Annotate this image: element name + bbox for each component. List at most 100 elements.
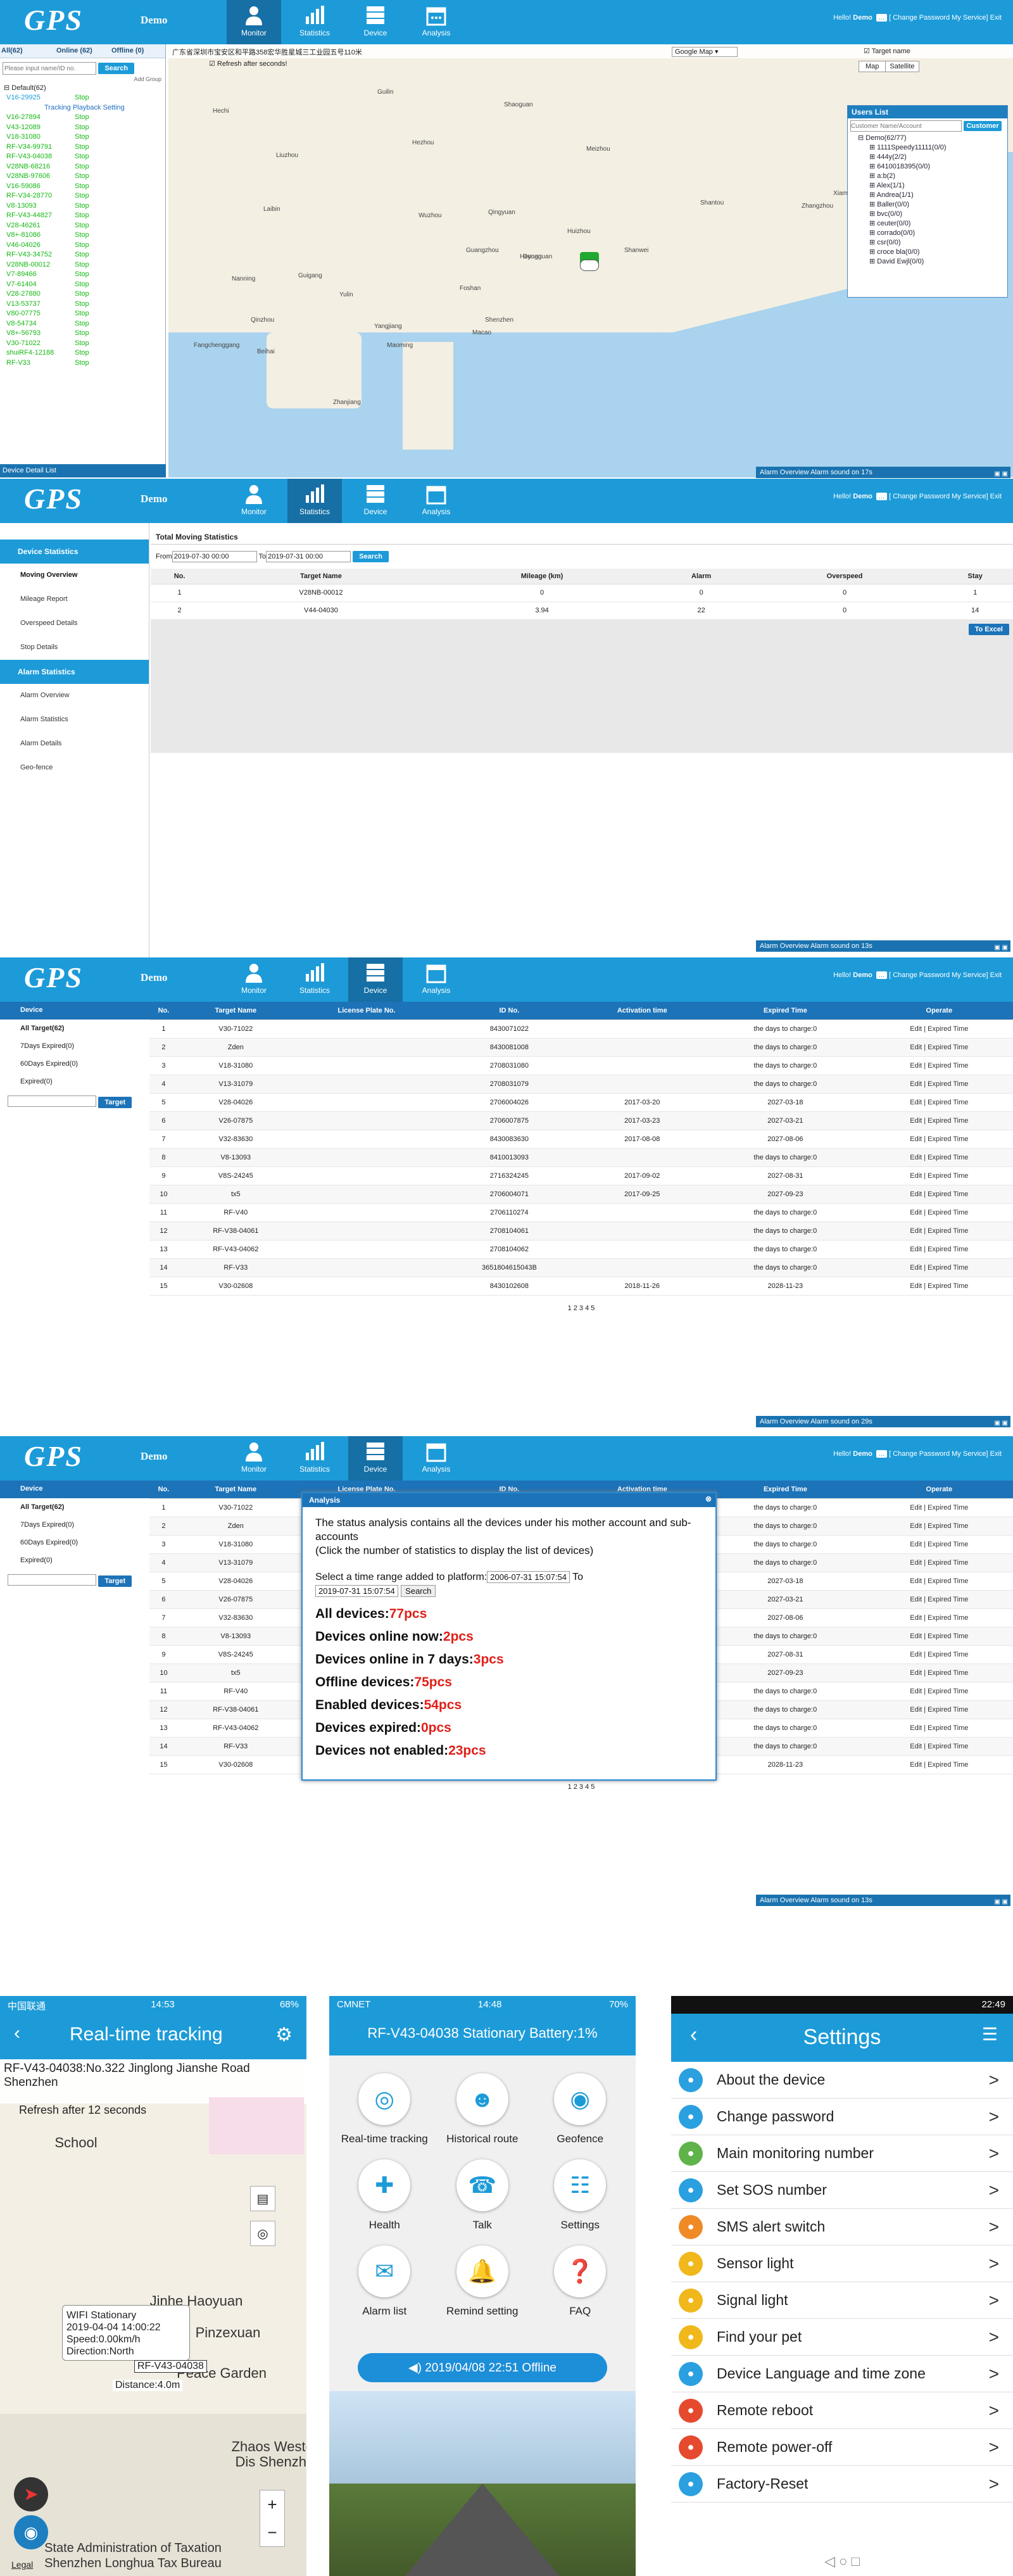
tab-all[interactable]: All(62) — [0, 44, 55, 58]
operate-links[interactable]: Edit | Expired Time — [865, 1240, 1013, 1259]
search-button[interactable]: Search — [98, 62, 135, 74]
sidebar-item-expired[interactable]: Expired(0) — [0, 1073, 149, 1090]
menu-item[interactable]: ✚ Health — [336, 2159, 434, 2245]
tree-item[interactable]: ⊞ Baller(0/0) — [858, 200, 1007, 210]
customer-input[interactable] — [850, 120, 962, 132]
stat-line[interactable]: Devices online now:2pcs — [315, 1630, 703, 1644]
settings-item[interactable]: ● Set SOS number > — [671, 2172, 1013, 2209]
to-excel-button[interactable]: To Excel — [968, 623, 1009, 635]
target-search-input[interactable] — [8, 1095, 96, 1107]
tab-online[interactable]: Online (62) — [55, 44, 110, 58]
settings-item[interactable]: ● About the device > — [671, 2062, 1013, 2099]
nav-monitor[interactable]: Monitor — [227, 1440, 281, 1478]
table-row[interactable]: 11RF-V40 2706110274 the days to charge:0Ed… — [149, 1203, 1013, 1222]
operate-links[interactable]: Edit | Expired Time — [865, 1020, 1013, 1039]
range-from-input[interactable]: 2006-07-31 15:07:54 — [487, 1571, 570, 1583]
menu-item[interactable]: ◉ Geofence — [531, 2073, 629, 2159]
table-row[interactable]: 5V28-04026 27060040262017-03-202027-03-18… — [149, 1093, 1013, 1112]
operate-links[interactable]: Edit | Expired Time — [865, 1553, 1013, 1572]
operate-links[interactable]: Edit | Expired Time — [865, 1130, 1013, 1149]
settings-item[interactable]: ● Remote reboot > — [671, 2392, 1013, 2429]
range-to-input[interactable]: 2019-07-31 15:07:54 — [315, 1585, 398, 1597]
alarm-overview-bar[interactable]: Alarm Overview Alarm sound on 17s ▣ ▣ — [756, 467, 1010, 478]
operate-links[interactable]: Edit | Expired Time — [865, 1719, 1013, 1738]
settings-item[interactable]: ● SMS alert switch > — [671, 2209, 1013, 2245]
alarm-overview-bar[interactable]: Alarm Overview Alarm sound on 29s ▣ ▣ — [756, 1416, 1010, 1427]
sidebar-item-moving-overview[interactable]: Moving Overview — [0, 564, 149, 588]
close-icon[interactable]: ⊗ — [705, 1494, 712, 1503]
operate-links[interactable]: Edit | Expired Time — [865, 1627, 1013, 1646]
list-item[interactable]: V7-89466 Stop — [0, 270, 165, 280]
nav-monitor[interactable]: Monitor — [227, 483, 281, 521]
list-item[interactable]: V30-71022 Stop — [0, 339, 165, 349]
table-row[interactable]: 7V32-83630 84300836302017-08-082027-08-06… — [149, 1130, 1013, 1149]
operate-links[interactable]: Edit | Expired Time — [865, 1608, 1013, 1627]
stat-line[interactable]: Devices not enabled:23pcs — [315, 1744, 703, 1758]
sidebar-item-alarm-statistics[interactable]: Alarm Statistics — [0, 708, 149, 732]
target-button[interactable]: Target — [98, 1575, 132, 1587]
list-item[interactable]: V13-53737 Stop — [0, 300, 165, 310]
operate-links[interactable]: Edit | Expired Time — [865, 1038, 1013, 1057]
operate-links[interactable]: Edit | Expired Time — [865, 1185, 1013, 1204]
search-input[interactable] — [3, 62, 96, 75]
nav-device[interactable]: Device — [348, 4, 403, 42]
add-group-link[interactable]: Add Group — [134, 76, 161, 82]
settings-item[interactable]: ● Remote power-off > — [671, 2429, 1013, 2466]
nav-analysis[interactable]: Analysis — [409, 961, 463, 999]
pagination[interactable]: 1 2 3 4 5 — [149, 1783, 1013, 1791]
settings-item[interactable]: ● Change password > — [671, 2099, 1013, 2135]
recents-nav-icon[interactable]: □ — [852, 2553, 860, 2569]
sidebar-item-alarm-details[interactable]: Alarm Details — [0, 732, 149, 756]
table-row[interactable]: 2 V44-04030 3.94 22 0 14 — [151, 602, 1013, 620]
sidebar-item-geofence[interactable]: Geo-fence — [0, 756, 149, 780]
list-item[interactable]: RF-V43-34752 Stop — [0, 250, 165, 260]
nav-monitor[interactable]: Monitor — [227, 961, 281, 999]
list-item[interactable]: RF-V33 Stop — [0, 358, 165, 369]
stat-line[interactable]: Enabled devices:54pcs — [315, 1698, 703, 1712]
list-item[interactable]: RF-V43-04038 Stop — [0, 152, 165, 162]
tree-item[interactable]: ⊞ bvc(0/0) — [858, 210, 1007, 219]
nav-device[interactable]: Device — [348, 1436, 403, 1481]
table-row[interactable]: 8V8-13093 8410013093 the days to charge:0E… — [149, 1148, 1013, 1167]
table-row[interactable]: 4V13-31079 2708031079 the days to charge:0… — [149, 1075, 1013, 1094]
device-marker-label[interactable]: RF-V43-04038 — [134, 2360, 207, 2373]
menu-item[interactable]: ☷ Settings — [531, 2159, 629, 2245]
operate-links[interactable]: Edit | Expired Time — [865, 1700, 1013, 1719]
settings-item[interactable]: ● Signal light > — [671, 2282, 1013, 2319]
list-item[interactable]: V28-27880 Stop — [0, 289, 165, 300]
user-links[interactable]: Hello! Demo ...[ Change Password My Serv… — [833, 14, 1002, 22]
table-row[interactable]: 10tx5 27060040712017-09-252027-09-23Edit … — [149, 1185, 1013, 1204]
list-item[interactable]: V16-59086 Stop — [0, 182, 165, 192]
list-item[interactable]: V28NB-00012 Stop — [0, 260, 165, 270]
user-links[interactable]: Hello! Demo ...[ Change Password My Serv… — [833, 493, 1002, 500]
tree-item[interactable]: ⊞ a:b(2) — [858, 172, 1007, 181]
sidebar-item-overspeed[interactable]: Overspeed Details — [0, 612, 149, 636]
tree-item[interactable]: ⊞ Andrea(1/1) — [858, 191, 1007, 200]
menu-item[interactable]: ☎ Talk — [434, 2159, 532, 2245]
list-item[interactable]: V8-54734 Stop — [0, 319, 165, 329]
list-item[interactable]: V7-61404 Stop — [0, 280, 165, 290]
list-item[interactable]: V28NB-68216 Stop — [0, 162, 165, 172]
list-item[interactable]: V8-13093 Stop — [0, 201, 165, 212]
table-row[interactable]: 9V8S-24245 27163242452017-09-022027-08-31… — [149, 1166, 1013, 1185]
nav-statistics[interactable]: Statistics — [287, 961, 342, 999]
from-date-input[interactable]: 2019-07-30 00:00 — [172, 551, 257, 563]
settings-item[interactable]: ● Device Language and time zone > — [671, 2356, 1013, 2392]
nav-statistics[interactable]: Statistics — [287, 1440, 342, 1478]
operate-links[interactable]: Edit | Expired Time — [865, 1222, 1013, 1241]
tree-item[interactable]: ⊞ David Ewjl(0/0) — [858, 257, 1007, 267]
home-nav-icon[interactable]: ○ — [839, 2553, 847, 2569]
sidebar-item-mileage[interactable]: Mileage Report — [0, 588, 149, 612]
operate-links[interactable]: Edit | Expired Time — [865, 1277, 1013, 1296]
operate-links[interactable]: Edit | Expired Time — [865, 1093, 1013, 1112]
list-item[interactable]: shuiRF4-12188 Stop — [0, 348, 165, 358]
target-button[interactable]: Target — [98, 1096, 132, 1108]
back-icon[interactable]: ‹ — [690, 2023, 697, 2047]
list-item[interactable]: V80-07775 Stop — [0, 309, 165, 319]
table-row[interactable]: 14RF-V33 3651804615043B the days to charge… — [149, 1258, 1013, 1277]
customer-button[interactable]: Customer — [964, 120, 1002, 131]
nav-monitor[interactable]: Monitor — [227, 0, 281, 44]
tree-item[interactable]: ⊞ Alex(1/1) — [858, 181, 1007, 191]
nav-analysis[interactable]: Analysis — [409, 4, 463, 42]
list-item[interactable]: V8+-56793 Stop — [0, 329, 165, 339]
